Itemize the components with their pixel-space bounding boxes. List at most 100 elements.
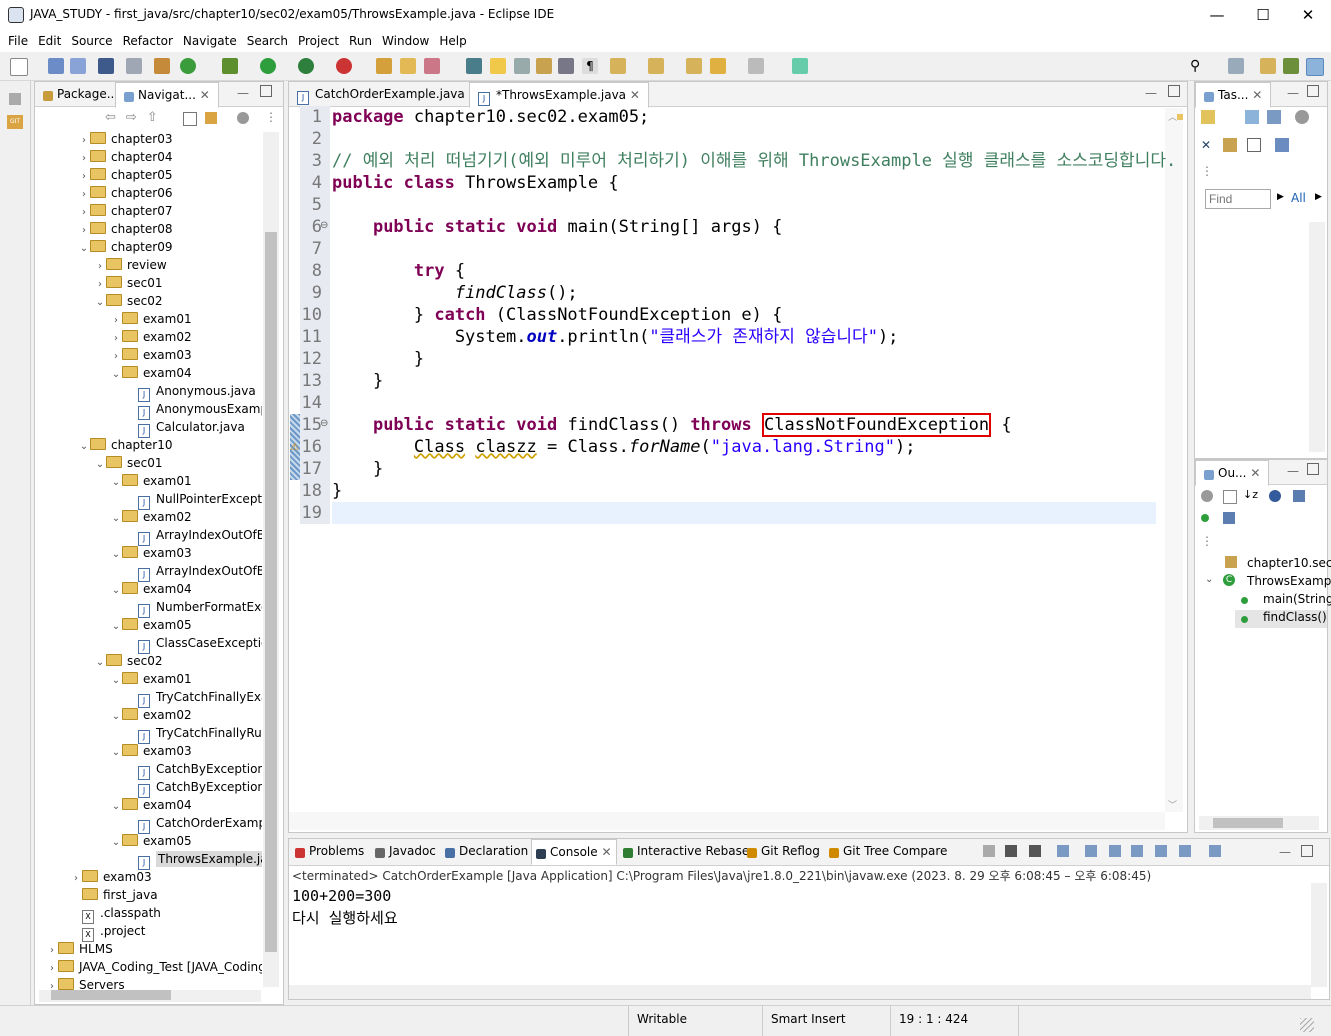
- pilcrow-icon[interactable]: ¶: [582, 58, 598, 74]
- build-icon[interactable]: [154, 58, 170, 74]
- chevron-down-icon[interactable]: ⌄: [78, 438, 90, 456]
- tab-javadoc[interactable]: Javadoc: [371, 839, 440, 863]
- filter-icon[interactable]: [1201, 490, 1213, 502]
- task-scrollbar[interactable]: [1309, 222, 1325, 452]
- tree-item[interactable]: J ArrayIndexOutOfBo: [126, 562, 262, 582]
- hide-completed-icon[interactable]: [1247, 138, 1261, 152]
- tree-item[interactable]: ⌄ exam04: [110, 364, 192, 382]
- tree-item[interactable]: ⌄ chapter09: [78, 238, 172, 256]
- open-perspective-icon[interactable]: [1228, 58, 1244, 74]
- tree-item[interactable]: JClassCaseException: [126, 634, 262, 654]
- link-editor-icon[interactable]: [205, 112, 217, 124]
- tree-item[interactable]: › chapter04: [78, 148, 172, 166]
- menu-project[interactable]: Project: [293, 30, 344, 52]
- tree-item[interactable]: › exam02: [110, 328, 192, 346]
- tree-item[interactable]: ⌄ exam02: [110, 508, 192, 526]
- tree-item[interactable]: ⌄ sec02: [94, 292, 163, 310]
- tree-item[interactable]: ⌄ exam03: [110, 742, 192, 760]
- maximize-button[interactable]: ☐: [1240, 0, 1286, 30]
- tree-item[interactable]: ⌄ exam05: [110, 616, 192, 634]
- hide-static-icon[interactable]: [1293, 490, 1305, 502]
- collapse-icon[interactable]: ✕: [1201, 138, 1215, 152]
- tree-item[interactable]: J Anonymous.java: [126, 382, 256, 402]
- close-icon[interactable]: ✕: [1252, 88, 1262, 102]
- last-edit-icon[interactable]: [686, 58, 702, 74]
- scheduled-icon[interactable]: [1267, 110, 1281, 124]
- back-nav-icon[interactable]: ⇦: [105, 110, 126, 125]
- tree-item[interactable]: › exam03: [110, 346, 192, 364]
- menu-navigate[interactable]: Navigate: [178, 30, 242, 52]
- maximize-view-icon[interactable]: [260, 85, 272, 97]
- fold-icon[interactable]: ⊖: [320, 220, 328, 231]
- tree-item[interactable]: JNumberFormatExce: [126, 598, 262, 618]
- tree-item[interactable]: ⌄ exam03: [110, 544, 192, 562]
- outline-package[interactable]: chapter10.sec0: [1247, 556, 1331, 570]
- chevron-down-icon[interactable]: ⌄: [110, 546, 122, 564]
- save-all-icon[interactable]: [70, 58, 86, 74]
- tab-problems[interactable]: Problems: [291, 839, 368, 863]
- tree-item[interactable]: › HLMS: [46, 940, 113, 958]
- chevron-down-icon[interactable]: ⌄: [110, 618, 122, 636]
- view-menu-icon[interactable]: ⋮: [1201, 164, 1213, 178]
- editor-vertical-scrollbar[interactable]: ︿ ﹀: [1165, 108, 1183, 812]
- tree-item[interactable]: ⌄ sec01: [94, 454, 163, 472]
- java-ee-perspective-icon[interactable]: [1260, 58, 1276, 74]
- close-icon[interactable]: ✕: [200, 88, 210, 102]
- maximize-view-icon[interactable]: [1301, 845, 1313, 857]
- code-line[interactable]: Class claszz = Class.forName("java.lang.…: [332, 436, 916, 458]
- close-icon[interactable]: ✕: [630, 88, 640, 102]
- play-icon[interactable]: ▶: [1277, 192, 1284, 202]
- show-stderr-icon[interactable]: [1131, 845, 1143, 857]
- annotation-icon[interactable]: [536, 58, 552, 74]
- console-icon[interactable]: [98, 58, 114, 74]
- tree-item[interactable]: JAnonymousExample: [126, 400, 262, 420]
- code-line[interactable]: }: [332, 370, 383, 392]
- word-wrap-icon[interactable]: [1085, 845, 1097, 857]
- outline-findclass[interactable]: findClass() :: [1263, 610, 1331, 624]
- chevron-down-icon[interactable]: ⌄: [78, 240, 90, 258]
- chevron-down-icon[interactable]: ⌄: [110, 672, 122, 690]
- tree-item[interactable]: › chapter05: [78, 166, 172, 184]
- tree-item[interactable]: JThrowsExample.java: [126, 850, 262, 870]
- tree-item[interactable]: ⌄ sec02: [94, 652, 163, 670]
- fold-icon[interactable]: ⊖: [320, 418, 328, 429]
- tree-item[interactable]: JCatchByExceptionKi: [126, 760, 262, 780]
- tab-task-list[interactable]: Tas... ✕: [1195, 82, 1272, 108]
- code-line[interactable]: public static void findClass() throws Cl…: [332, 413, 1012, 437]
- new-icon[interactable]: [10, 58, 28, 76]
- console-output[interactable]: 100+200=300 다시 실행하세요: [292, 885, 398, 929]
- tree-item[interactable]: J Calculator.java: [126, 418, 245, 438]
- tree-item[interactable]: › review: [94, 256, 167, 274]
- chevron-down-icon[interactable]: ⌄: [110, 582, 122, 600]
- close-button[interactable]: ✕: [1285, 0, 1331, 30]
- tree-item[interactable]: › JAVA_Coding_Test [JAVA_Coding_T: [46, 958, 262, 976]
- outline-main[interactable]: main(String: [1263, 592, 1331, 606]
- minimize-view-icon[interactable]: —: [1287, 464, 1299, 478]
- tree-item[interactable]: ⌄ exam01: [110, 472, 192, 490]
- tree-item[interactable]: ⌄ exam02: [110, 706, 192, 724]
- prev-annotation-icon[interactable]: [648, 58, 664, 74]
- focus-icon[interactable]: [1295, 110, 1309, 124]
- sort-icon[interactable]: ↓z: [1243, 488, 1258, 501]
- console-hscrollbar[interactable]: [289, 985, 1311, 999]
- back-icon[interactable]: [710, 58, 726, 74]
- outline-class[interactable]: ThrowsExample: [1247, 574, 1331, 588]
- hide-fields-icon[interactable]: [1269, 490, 1281, 502]
- open-console-icon[interactable]: [1209, 845, 1221, 857]
- skip-breakpoints-icon[interactable]: [126, 58, 142, 74]
- chevron-down-icon[interactable]: ⌄: [110, 474, 122, 492]
- tree-item[interactable]: first_java: [70, 886, 158, 904]
- tree-item[interactable]: › chapter03: [78, 130, 172, 148]
- menu-help[interactable]: Help: [434, 30, 471, 52]
- hscroll-thumb[interactable]: [51, 990, 171, 1000]
- block-selection-icon[interactable]: [558, 58, 574, 74]
- chevron-down-icon[interactable]: ⌄: [94, 654, 106, 672]
- chevron-down-icon[interactable]: ⌄: [110, 834, 122, 852]
- tree-item[interactable]: › exam03: [70, 868, 152, 886]
- git-icon[interactable]: GIT: [7, 115, 23, 129]
- collapse-all-icon[interactable]: [183, 112, 197, 126]
- menu-refactor[interactable]: Refactor: [118, 30, 178, 52]
- tree-item[interactable]: J ArrayIndexOutOfBo: [126, 526, 262, 546]
- code-line[interactable]: public static void main(String[] args) {: [332, 216, 782, 238]
- maximize-view-icon[interactable]: [1307, 85, 1319, 97]
